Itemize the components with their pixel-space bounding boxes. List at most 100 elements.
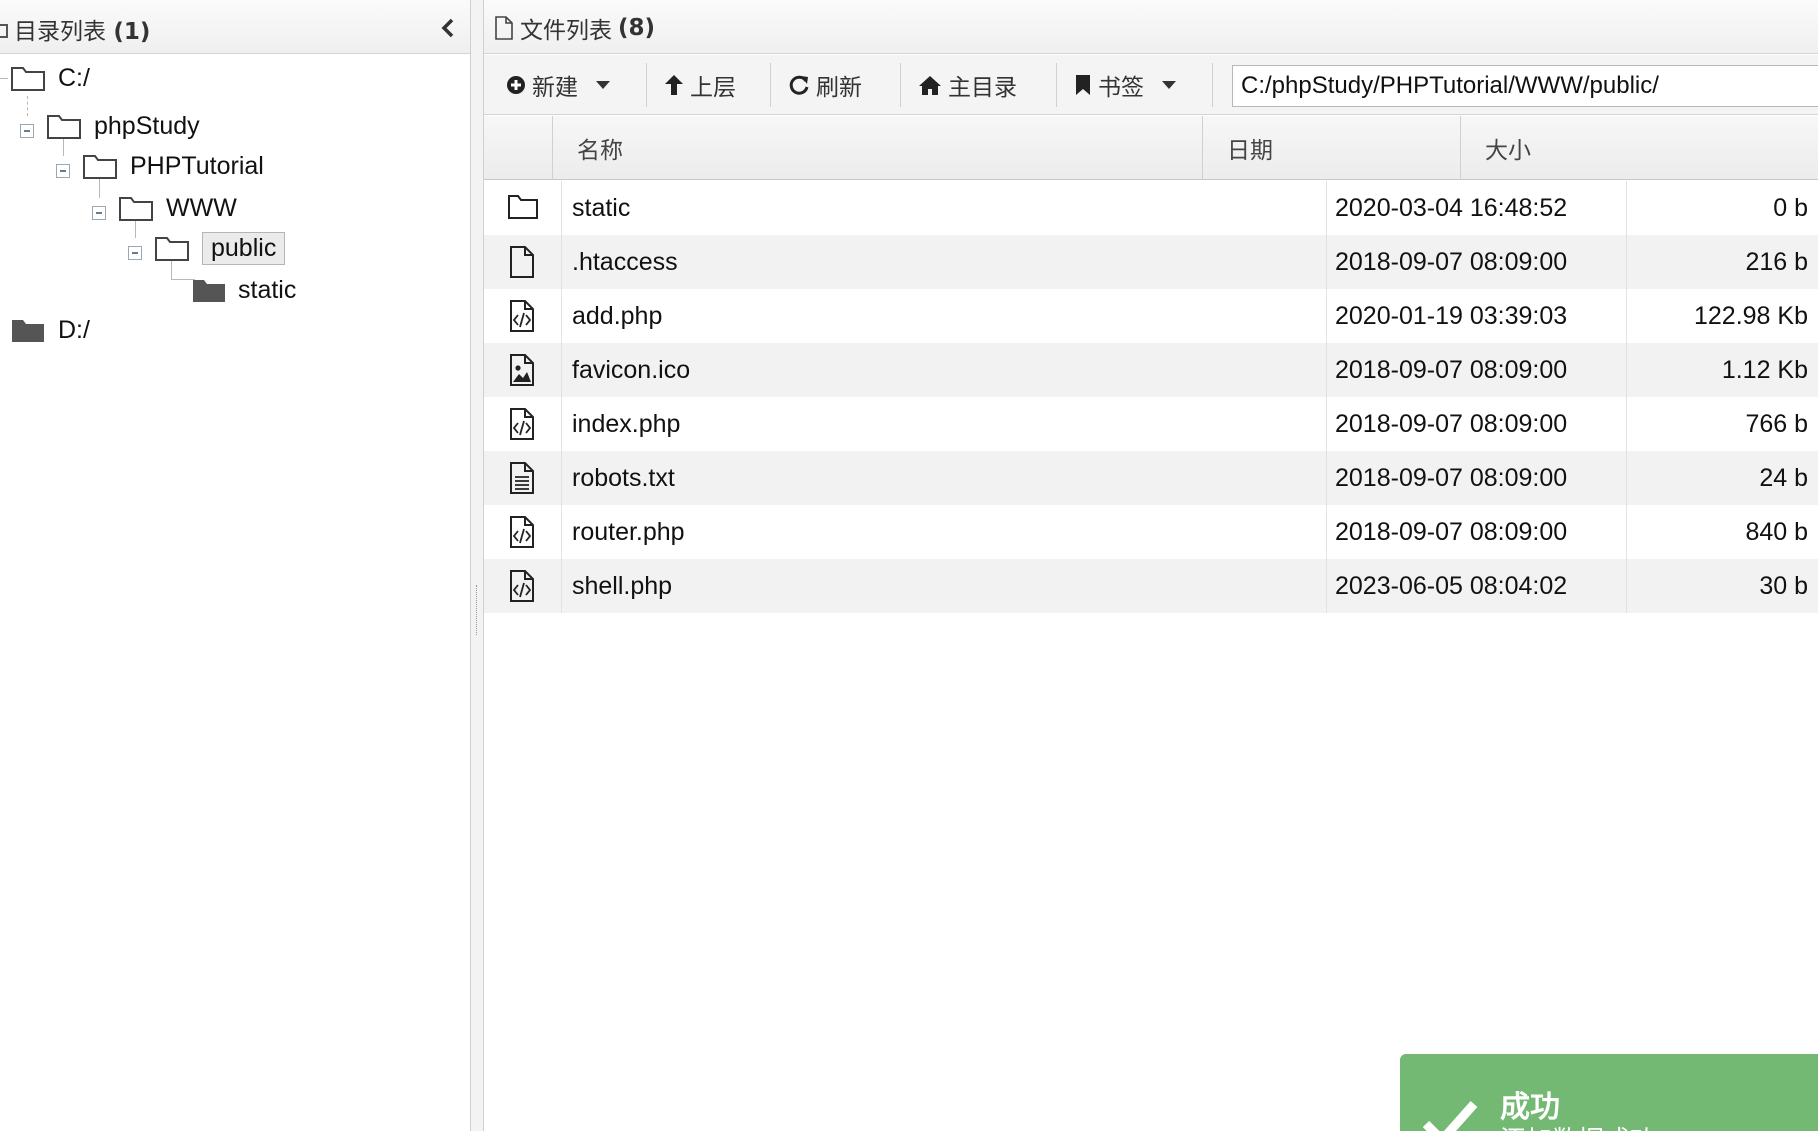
file-panel: 文件列表 (8) 新建 上层 刷新 主目录 书签 C:/phpStudy/PHP… (484, 0, 1818, 1131)
file-table-body: static 2020-03-04 16:48:52 0 b .htaccess 201… (484, 181, 1818, 613)
file-toolbar: 新建 上层 刷新 主目录 书签 C:/phpStudy/PHPTutorial/… (484, 55, 1818, 115)
file-name[interactable]: router.php (572, 505, 685, 559)
file-date: 2023-06-05 08:04:02 (1326, 559, 1626, 613)
file-type-cell (484, 505, 562, 559)
file-name[interactable]: static (572, 181, 630, 235)
refresh-button[interactable]: 刷新 (788, 55, 862, 115)
file-name[interactable]: favicon.ico (572, 343, 690, 397)
tree-collapse-toggle[interactable] (56, 164, 70, 178)
file-row[interactable]: static 2020-03-04 16:48:52 0 b (484, 181, 1818, 235)
file-date: 2018-09-07 08:09:00 (1326, 505, 1626, 559)
tree-connector (27, 96, 28, 116)
new-button[interactable]: 新建 (506, 55, 610, 115)
folder-open-icon (155, 237, 189, 261)
tree-node-label: static (238, 275, 297, 304)
file-table-header: 名称 日期 大小 (484, 116, 1818, 180)
file-name[interactable]: add.php (572, 289, 662, 343)
file-date: 2018-09-07 08:09:00 (1326, 343, 1626, 397)
bookmark-button[interactable]: 书签 (1074, 55, 1176, 115)
tree-node-public[interactable]: public (154, 228, 286, 268)
file-date: 2018-09-07 08:09:00 (1326, 235, 1626, 289)
file-type-cell (484, 559, 562, 613)
tree-node-label: WWW (166, 193, 237, 222)
tree-node-www[interactable]: WWW (118, 188, 237, 228)
file-type-cell (484, 235, 562, 289)
tree-connector (0, 78, 8, 79)
tree-collapse-toggle[interactable] (128, 246, 142, 260)
file-row[interactable]: favicon.ico 2018-09-07 08:09:00 1.12 Kb (484, 343, 1818, 397)
file-row[interactable]: index.php 2018-09-07 08:09:00 766 b (484, 397, 1818, 451)
toolbar-divider (900, 63, 901, 107)
tree-collapse-toggle[interactable] (92, 206, 106, 220)
folder-icon (507, 195, 538, 219)
folder-open-icon (83, 155, 117, 179)
file-size: 122.98 Kb (1626, 289, 1818, 343)
file-row[interactable]: robots.txt 2018-09-07 08:09:00 24 b (484, 451, 1818, 505)
folder-open-icon (11, 67, 45, 91)
file-icon (495, 16, 513, 40)
text-file-icon (509, 462, 534, 494)
file-type-cell (484, 397, 562, 451)
arrow-up-icon (665, 75, 683, 95)
file-name[interactable]: .htaccess (572, 235, 678, 289)
tree-collapse-toggle[interactable] (20, 124, 34, 138)
file-name[interactable]: robots.txt (572, 451, 675, 505)
file-row[interactable]: add.php 2020-01-19 03:39:03 122.98 Kb (484, 289, 1818, 343)
splitter-grip[interactable] (476, 585, 478, 635)
file-size: 1.12 Kb (1626, 343, 1818, 397)
plus-circle-icon (507, 76, 525, 94)
checkmark-icon (1422, 1101, 1478, 1131)
file-type-cell (484, 181, 562, 235)
toolbar-divider (646, 63, 647, 107)
tree-node-label: C:/ (58, 63, 90, 92)
file-panel-title: 文件列表 (8) (494, 11, 655, 45)
tree-node-label: D:/ (58, 315, 90, 344)
code-file-icon (509, 300, 534, 332)
tree-node-label-selected: public (202, 231, 286, 265)
file-row[interactable]: router.php 2018-09-07 08:09:00 840 b (484, 505, 1818, 559)
file-size: 30 b (1626, 559, 1818, 613)
column-header-date[interactable]: 日期 (1202, 116, 1460, 180)
chevron-down-icon (596, 81, 610, 89)
folder-open-icon (47, 115, 81, 139)
file-size: 216 b (1626, 235, 1818, 289)
file-date: 2020-03-04 16:48:52 (1326, 181, 1626, 235)
file-panel-header: 文件列表 (8) (484, 0, 1818, 54)
tree-node-d-drive[interactable]: D:/ (10, 310, 90, 350)
home-button[interactable]: 主目录 (918, 55, 1017, 115)
tree-node-label: PHPTutorial (130, 151, 264, 180)
toolbar-divider (1212, 63, 1213, 107)
code-file-icon (509, 516, 534, 548)
folder-closed-icon (193, 280, 225, 302)
chevron-down-icon (1162, 81, 1176, 89)
toolbar-divider (1056, 63, 1057, 107)
column-header-size[interactable]: 大小 (1460, 116, 1634, 180)
image-file-icon (509, 354, 534, 386)
panel-splitter[interactable] (470, 0, 484, 1131)
tree-node-phptutorial[interactable]: PHPTutorial (82, 146, 264, 186)
file-name[interactable]: index.php (572, 397, 680, 451)
tree-node-label: phpStudy (94, 111, 200, 140)
path-input[interactable] (1232, 65, 1818, 107)
chevron-left-icon (441, 18, 454, 38)
file-row[interactable]: shell.php 2023-06-05 08:04:02 30 b (484, 559, 1818, 613)
file-name[interactable]: shell.php (572, 559, 672, 613)
file-row[interactable]: .htaccess 2018-09-07 08:09:00 216 b (484, 235, 1818, 289)
file-size: 840 b (1626, 505, 1818, 559)
code-file-icon (509, 570, 534, 602)
success-toast: 成功 添加数据成功 (1400, 1054, 1818, 1131)
tree-node-phpstudy[interactable]: phpStudy (46, 106, 200, 146)
up-level-button[interactable]: 上层 (664, 55, 736, 115)
directory-panel-title: 目录列表 (1) (0, 12, 150, 46)
window-icon (0, 24, 8, 38)
folder-open-icon (119, 197, 153, 221)
directory-panel-header: 目录列表 (1) (0, 0, 470, 54)
collapse-panel-button[interactable] (436, 14, 460, 42)
refresh-icon (789, 75, 809, 95)
column-header-name[interactable]: 名称 (552, 116, 1202, 180)
tree-node-static[interactable]: static (192, 270, 296, 310)
code-file-icon (509, 408, 534, 440)
file-type-cell (484, 289, 562, 343)
directory-count: (1) (113, 19, 151, 45)
tree-node-c-drive[interactable]: C:/ (10, 58, 90, 98)
